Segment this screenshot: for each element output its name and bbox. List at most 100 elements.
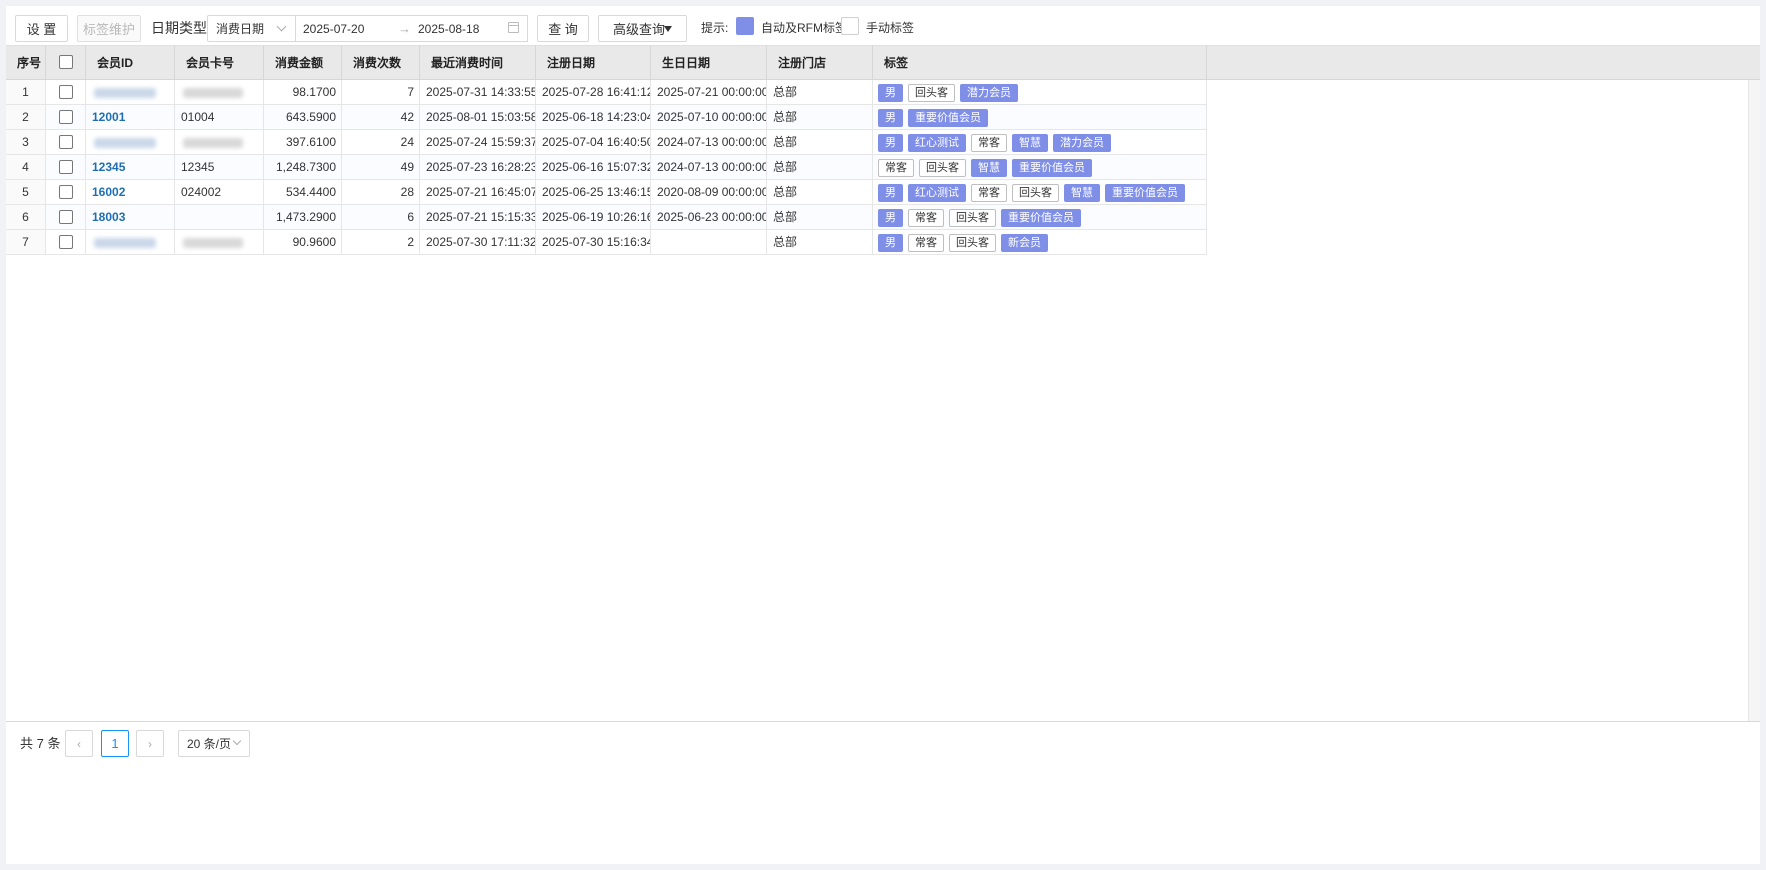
row-checkbox[interactable] xyxy=(59,235,73,249)
table-row[interactable]: 3 397.6100 24 2025-07-24 15:59:37 2025-07-04… xyxy=(6,130,1207,155)
store: 总部 xyxy=(767,180,873,204)
register-date-text: 2025-06-25 13:46:15 xyxy=(542,185,651,199)
register-date: 2025-06-16 15:07:32 xyxy=(536,155,651,179)
header-card-no[interactable]: 会员卡号 xyxy=(175,46,264,80)
header-amount[interactable]: 消费金额 xyxy=(264,46,342,80)
tags-cell: 男常客 回头客 新会员 xyxy=(873,230,1207,254)
table-row[interactable]: 1 98.1700 7 2025-07-31 14:33:55 2025-07-28 1… xyxy=(6,80,1207,105)
row-index-text: 6 xyxy=(22,210,29,224)
row-checkbox[interactable] xyxy=(59,210,73,224)
last-consume-time: 2025-07-21 15:15:33 xyxy=(420,205,536,229)
row-checkbox[interactable] xyxy=(59,185,73,199)
last-consume-time: 2025-07-21 16:45:07 xyxy=(420,180,536,204)
manual-tag: 常客 xyxy=(971,133,1007,152)
consume-count-text: 24 xyxy=(400,135,414,149)
consume-count-text: 49 xyxy=(400,160,414,174)
consume-count: 42 xyxy=(342,105,420,129)
total-count: 共 7 条 xyxy=(20,736,61,751)
last-consume-time: 2025-07-23 16:28:23 xyxy=(420,155,536,179)
table-row[interactable]: 7 90.9600 2 2025-07-30 17:11:32 2025-07-30 1… xyxy=(6,230,1207,255)
birthday: 2025-07-10 00:00:00 xyxy=(651,105,767,129)
manual-tag: 回头客 xyxy=(949,233,996,252)
advanced-query-button[interactable]: 高级查询 xyxy=(598,15,687,42)
header-store[interactable]: 注册门店 xyxy=(767,46,873,80)
vertical-scrollbar[interactable] xyxy=(1748,80,1760,722)
birthday-text: 2025-07-10 00:00:00 xyxy=(657,110,767,124)
birthday-text: 2025-07-21 00:00:00 xyxy=(657,85,767,99)
page-size-select[interactable]: 20 条/页 xyxy=(178,730,250,757)
auto-tag: 红心测试 xyxy=(908,133,966,152)
redacted-value xyxy=(94,238,156,248)
manual-tag: 回头客 xyxy=(1012,183,1059,202)
member-id-text[interactable]: 12345 xyxy=(92,160,125,174)
card-no xyxy=(175,80,264,104)
card-no xyxy=(175,130,264,154)
date-from-input[interactable]: 2025-07-20 xyxy=(303,22,364,36)
member-id-text[interactable]: 18003 xyxy=(92,210,125,224)
member-table: 序号 会员ID 会员卡号 消费金额 消费次数 最近消费时间 注册日期 生日日期 … xyxy=(6,45,1760,722)
card-no: 024002 xyxy=(175,180,264,204)
select-all-checkbox[interactable] xyxy=(59,55,73,69)
table-row[interactable]: 6 18003 1,473.2900 6 2025-07-21 15:15:33 2025… xyxy=(6,205,1207,230)
header-birthday[interactable]: 生日日期 xyxy=(651,46,767,80)
page-1-button[interactable]: 1 xyxy=(101,730,129,757)
consume-count-text: 28 xyxy=(400,185,414,199)
member-id-text[interactable]: 16002 xyxy=(92,185,125,199)
row-checkbox[interactable] xyxy=(59,110,73,124)
date-type-select[interactable]: 消费日期 xyxy=(207,15,296,42)
hint-label: 提示: xyxy=(701,21,729,35)
query-button[interactable]: 查 询 xyxy=(537,15,589,42)
birthday-text: 2024-07-13 00:00:00 xyxy=(657,160,767,174)
auto-tag: 智慧 xyxy=(1012,133,1048,152)
table-row[interactable]: 5 16002 024002 534.4400 28 2025-07-21 16:45:0… xyxy=(6,180,1207,205)
amount-text: 643.5900 xyxy=(285,110,336,124)
prev-page-button[interactable]: ‹ xyxy=(65,730,93,757)
date-range-picker[interactable]: 2025-07-20 → 2025-08-18 xyxy=(296,15,528,42)
date-to-input[interactable]: 2025-08-18 xyxy=(418,22,479,36)
tags-cell: 男红心测试 常客 智慧 潜力会员 xyxy=(873,130,1207,154)
last-consume-time: 2025-07-30 17:11:32 xyxy=(420,230,536,254)
auto-tag: 重要价值会员 xyxy=(908,108,988,127)
consume-count-text: 6 xyxy=(407,210,414,224)
member-id[interactable]: 12001 xyxy=(86,105,175,129)
member-id xyxy=(86,80,175,104)
header-register-date[interactable]: 注册日期 xyxy=(536,46,651,80)
toolbar: 设 置 标签维护 日期类型 消费日期 2025-07-20 → 2025-08-… xyxy=(6,6,1760,46)
row-index-text: 3 xyxy=(22,135,29,149)
manual-tag: 回头客 xyxy=(919,158,966,177)
tags-cell: 男常客 回头客 重要价值会员 xyxy=(873,205,1207,229)
row-checkbox[interactable] xyxy=(59,160,73,174)
table-row[interactable]: 4 12345 12345 1,248.7300 49 2025-07-23 16:28:… xyxy=(6,155,1207,180)
auto-tag: 潜力会员 xyxy=(960,83,1018,102)
store-text: 总部 xyxy=(773,110,798,124)
auto-tag: 男 xyxy=(878,208,903,227)
card-no: 01004 xyxy=(175,105,264,129)
card-no xyxy=(175,205,264,229)
last-consume-time-text: 2025-07-31 14:33:55 xyxy=(426,85,536,99)
member-id[interactable]: 12345 xyxy=(86,155,175,179)
row-checkbox[interactable] xyxy=(59,85,73,99)
birthday: 2025-07-21 00:00:00 xyxy=(651,80,767,104)
row-checkbox[interactable] xyxy=(59,135,73,149)
auto-tag: 重要价值会员 xyxy=(1012,158,1092,177)
register-date-text: 2025-06-16 15:07:32 xyxy=(542,160,651,174)
member-id xyxy=(86,230,175,254)
store-text: 总部 xyxy=(773,135,798,149)
header-count[interactable]: 消费次数 xyxy=(342,46,420,80)
settings-button[interactable]: 设 置 xyxy=(15,15,68,42)
redacted-value xyxy=(94,88,156,98)
table-row[interactable]: 2 12001 01004 643.5900 42 2025-08-01 15:03:58… xyxy=(6,105,1207,130)
register-date: 2025-07-28 16:41:12 xyxy=(536,80,651,104)
member-id-text[interactable]: 12001 xyxy=(92,110,125,124)
next-page-button[interactable]: › xyxy=(136,730,164,757)
member-id[interactable]: 18003 xyxy=(86,205,175,229)
calendar-icon[interactable] xyxy=(508,22,519,33)
store: 总部 xyxy=(767,155,873,179)
header-member-id[interactable]: 会员ID xyxy=(86,46,175,80)
auto-tag: 智慧 xyxy=(971,158,1007,177)
last-consume-time: 2025-08-01 15:03:58 xyxy=(420,105,536,129)
tag-maintenance-button[interactable]: 标签维护 xyxy=(77,15,141,42)
row-checkbox-cell xyxy=(46,105,86,129)
header-last-consume[interactable]: 最近消费时间 xyxy=(420,46,536,80)
member-id[interactable]: 16002 xyxy=(86,180,175,204)
